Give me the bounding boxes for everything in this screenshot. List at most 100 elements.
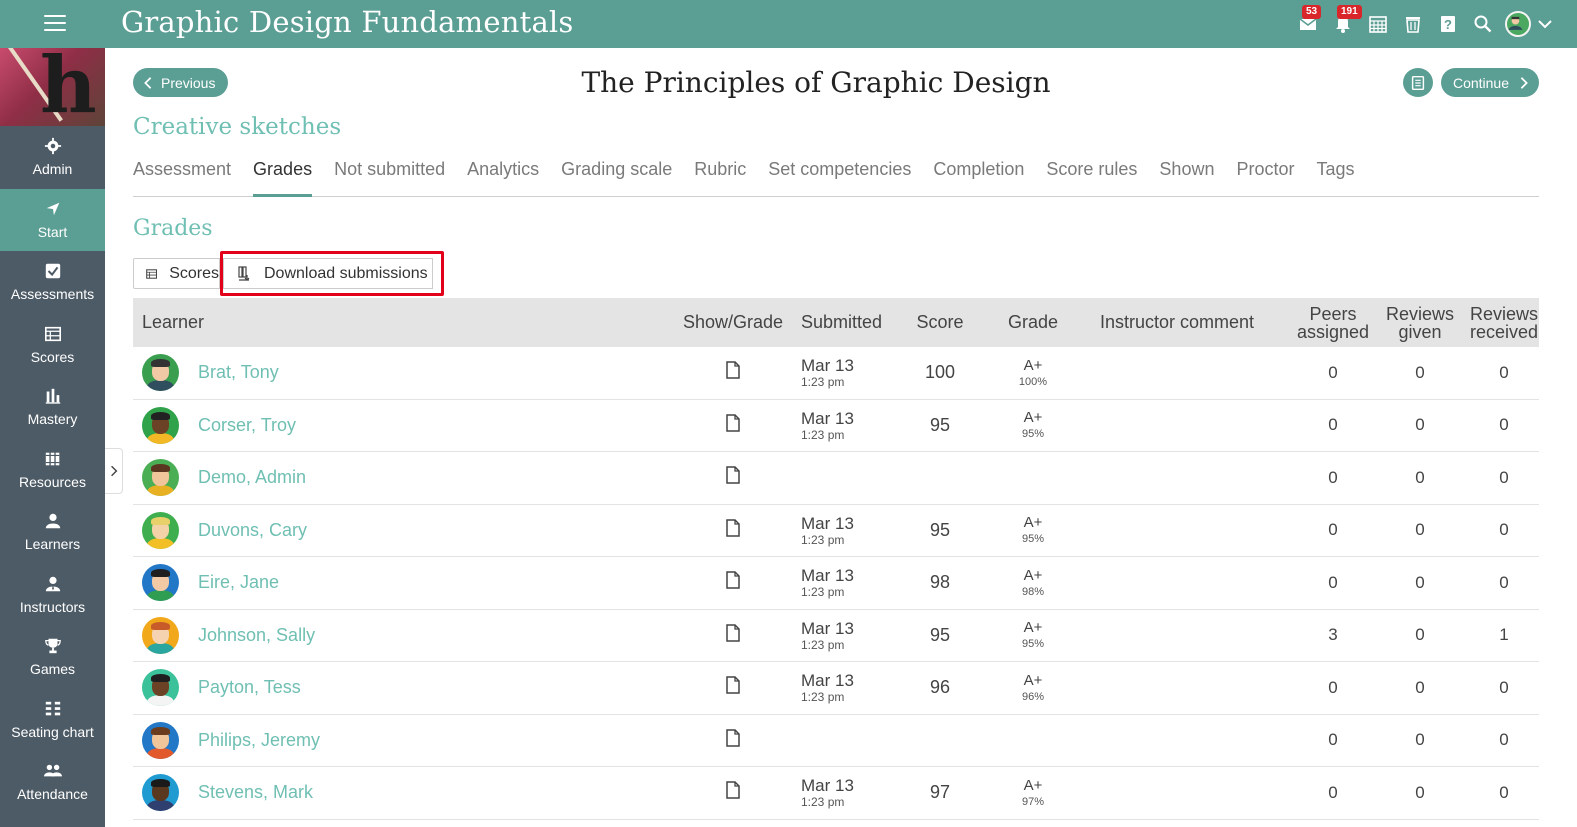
sidebar-item-admin[interactable]: Admin bbox=[0, 126, 105, 189]
learner-avatar[interactable] bbox=[142, 564, 179, 602]
document-icon[interactable] bbox=[725, 414, 741, 432]
section-title[interactable]: Creative sketches bbox=[133, 114, 341, 140]
tab-tags[interactable]: Tags bbox=[1317, 153, 1355, 197]
grade-letter: A+ bbox=[1023, 409, 1043, 427]
table-body: Brat, Tony Mar 13 1:23 pm 100 A+ 100% 0 … bbox=[133, 347, 1539, 820]
document-icon[interactable] bbox=[725, 519, 741, 537]
tab-grades[interactable]: Grades bbox=[253, 153, 313, 197]
sidebar-item-label: Instructors bbox=[19, 598, 86, 615]
grade-cell: A+ 100% bbox=[974, 357, 1092, 389]
table-row: Philips, Jeremy 0 0 0 bbox=[133, 714, 1539, 767]
header-learner[interactable]: Learner bbox=[133, 312, 678, 333]
help-icon[interactable]: ? bbox=[1430, 0, 1465, 48]
learner-avatar[interactable] bbox=[142, 721, 179, 759]
sidebar-item-start[interactable]: Start bbox=[0, 188, 105, 251]
sidebar-item-assessments[interactable]: Assessments bbox=[0, 251, 105, 314]
tab-score-rules[interactable]: Score rules bbox=[1046, 153, 1137, 197]
grade-percent: 95% bbox=[1021, 533, 1045, 546]
learner-avatar[interactable] bbox=[142, 459, 179, 497]
tab-not-submitted[interactable]: Not submitted bbox=[334, 153, 445, 197]
sidebar-item-instructors[interactable]: Instructors bbox=[0, 564, 105, 627]
learner-avatar[interactable] bbox=[142, 511, 179, 549]
learner-avatar[interactable] bbox=[142, 406, 179, 444]
peers-assigned-value: 0 bbox=[1328, 730, 1338, 750]
continue-button[interactable]: Continue bbox=[1440, 68, 1539, 97]
grade-cell: A+ 98% bbox=[974, 567, 1092, 599]
show-grade-cell bbox=[678, 361, 788, 384]
grade-percent: 95% bbox=[1021, 638, 1045, 651]
learner-name[interactable]: Payton, Tess bbox=[198, 677, 301, 698]
chevron-down-icon[interactable] bbox=[1535, 0, 1555, 48]
download-submissions-button[interactable]: Download submissions bbox=[223, 258, 433, 289]
tab-proctor[interactable]: Proctor bbox=[1236, 153, 1294, 197]
document-icon[interactable] bbox=[725, 624, 741, 642]
sidebar-item-games[interactable]: Games bbox=[0, 626, 105, 689]
show-grade-cell bbox=[678, 781, 788, 804]
search-icon[interactable] bbox=[1465, 0, 1500, 48]
user-avatar-icon[interactable] bbox=[1500, 0, 1535, 48]
seating-icon bbox=[45, 701, 60, 716]
document-icon[interactable] bbox=[725, 361, 741, 379]
grade-percent: 95% bbox=[1021, 428, 1045, 441]
header-score[interactable]: Score bbox=[906, 312, 974, 333]
sidebar-item-learners[interactable]: Learners bbox=[0, 501, 105, 564]
score-value[interactable]: 100 bbox=[906, 362, 974, 383]
sidebar-collapse-toggle[interactable] bbox=[105, 448, 123, 494]
submitted-cell: Mar 13 1:23 pm bbox=[788, 514, 906, 547]
learner-name[interactable]: Demo, Admin bbox=[198, 467, 306, 488]
score-value[interactable]: 95 bbox=[906, 625, 974, 646]
score-value[interactable]: 95 bbox=[906, 520, 974, 541]
sidebar-item-seating-chart[interactable]: Seating chart bbox=[0, 689, 105, 752]
calendar-icon[interactable] bbox=[1360, 0, 1395, 48]
notes-button[interactable] bbox=[1403, 68, 1433, 97]
tab-assessment[interactable]: Assessment bbox=[133, 153, 231, 197]
peers-assigned-value: 0 bbox=[1328, 782, 1338, 802]
score-value[interactable]: 97 bbox=[906, 782, 974, 803]
sidebar-item-mastery[interactable]: Mastery bbox=[0, 376, 105, 439]
mail-icon[interactable]: 53 bbox=[1290, 0, 1325, 48]
hamburger-menu-icon[interactable] bbox=[44, 15, 66, 33]
score-value[interactable]: 98 bbox=[906, 572, 974, 593]
sidebar-item-attendance[interactable]: Attendance bbox=[0, 751, 105, 814]
learner-name[interactable]: Brat, Tony bbox=[198, 362, 279, 383]
sidebar-item-scores[interactable]: Scores bbox=[0, 314, 105, 377]
reviews-received-value: 0 bbox=[1499, 782, 1509, 802]
bell-icon[interactable]: 191 bbox=[1325, 0, 1362, 48]
learner-name[interactable]: Stevens, Mark bbox=[198, 782, 313, 803]
learner-avatar[interactable] bbox=[142, 354, 179, 392]
tab-completion[interactable]: Completion bbox=[933, 153, 1024, 197]
submitted-date: Mar 13 bbox=[801, 776, 854, 796]
tab-rubric[interactable]: Rubric bbox=[694, 153, 746, 197]
show-grade-cell bbox=[678, 519, 788, 542]
tab-set-competencies[interactable]: Set competencies bbox=[768, 153, 911, 197]
document-icon[interactable] bbox=[725, 729, 741, 747]
reviews-received-value: 0 bbox=[1499, 415, 1509, 435]
gear-icon bbox=[44, 138, 61, 155]
document-icon[interactable] bbox=[725, 571, 741, 589]
reviews-received-value: 1 bbox=[1499, 625, 1509, 645]
document-icon[interactable] bbox=[725, 781, 741, 799]
trash-icon[interactable] bbox=[1395, 0, 1430, 48]
learner-name[interactable]: Corser, Troy bbox=[198, 415, 296, 436]
sidebar-item-resources[interactable]: Resources bbox=[0, 439, 105, 502]
score-value[interactable]: 96 bbox=[906, 677, 974, 698]
table-row: Payton, Tess Mar 13 1:23 pm 96 A+ 96% 0 … bbox=[133, 662, 1539, 715]
tab-analytics[interactable]: Analytics bbox=[467, 153, 539, 197]
sidebar-item-label: Learners bbox=[24, 536, 81, 553]
learner-name[interactable]: Johnson, Sally bbox=[198, 625, 315, 646]
learner-name[interactable]: Duvons, Cary bbox=[198, 520, 307, 541]
learner-name[interactable]: Philips, Jeremy bbox=[198, 730, 320, 751]
tab-shown[interactable]: Shown bbox=[1159, 153, 1214, 197]
document-icon[interactable] bbox=[725, 466, 741, 484]
learner-avatar[interactable] bbox=[142, 616, 179, 654]
header-submitted[interactable]: Submitted bbox=[788, 312, 906, 333]
document-icon[interactable] bbox=[725, 676, 741, 694]
tab-grading-scale[interactable]: Grading scale bbox=[561, 153, 672, 197]
learner-avatar[interactable] bbox=[142, 774, 179, 812]
learner-name[interactable]: Eire, Jane bbox=[198, 572, 279, 593]
score-value[interactable]: 95 bbox=[906, 415, 974, 436]
learner-avatar[interactable] bbox=[142, 669, 179, 707]
scores-button[interactable]: Scores bbox=[133, 258, 220, 289]
table-icon bbox=[146, 268, 158, 279]
table-icon bbox=[44, 326, 61, 341]
